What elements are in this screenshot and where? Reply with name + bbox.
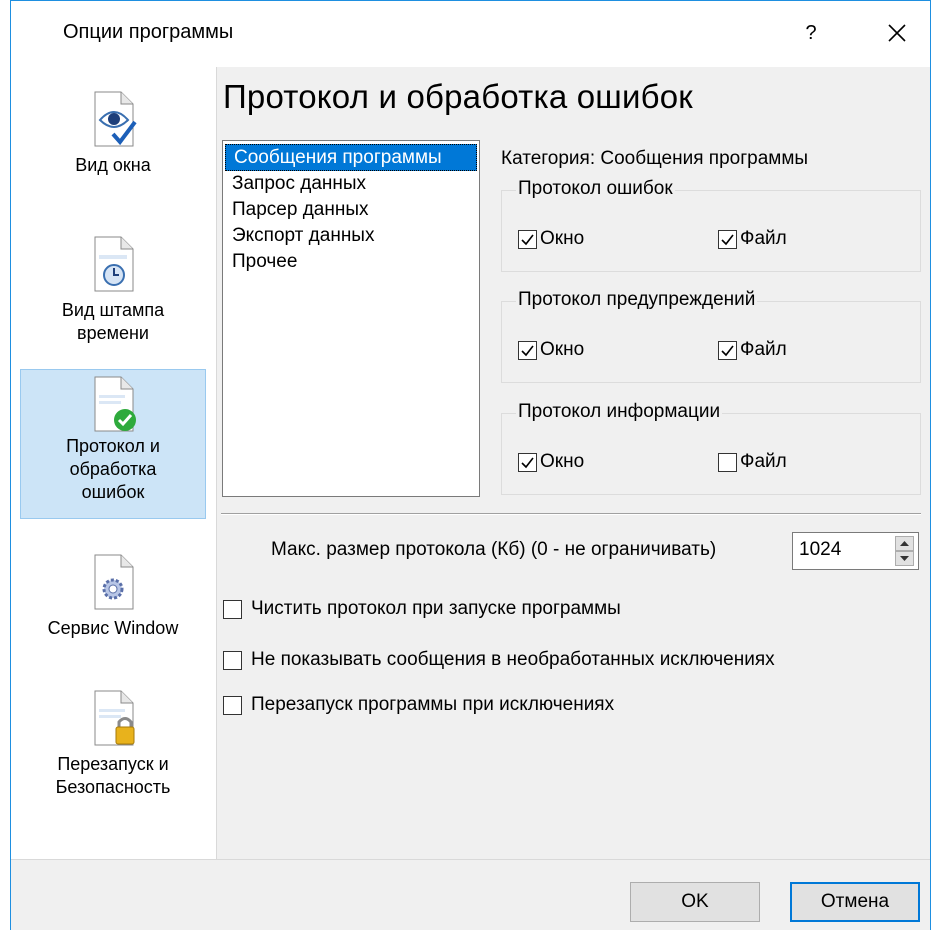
help-button[interactable]: ?	[791, 13, 831, 53]
ok-button[interactable]: OK	[630, 882, 760, 922]
list-item[interactable]: Экспорт данных	[224, 223, 478, 249]
checkbox-label: Окно	[540, 451, 585, 472]
options-dialog: Опции программы ? Вид окна Вид штампа вр…	[10, 0, 931, 930]
document-gear-icon	[94, 554, 134, 610]
sidebar-item-label: Сервис Window	[47, 618, 179, 638]
warning-log-file-checkbox[interactable]: Файл	[718, 339, 787, 361]
max-size-input[interactable]	[795, 536, 893, 564]
restart-on-exception-checkbox[interactable]: Перезапуск программы при исключениях	[223, 694, 614, 716]
button-bar: OK Отмена	[11, 859, 930, 930]
sidebar-item-restart-security[interactable]: Перезапуск и Безопасность	[20, 689, 206, 819]
checkbox-label: Окно	[540, 228, 585, 249]
checkmark-icon	[521, 234, 534, 245]
checkbox-box[interactable]	[718, 340, 737, 360]
group-legend: Протокол ошибок	[516, 178, 675, 200]
checkbox-label: Чистить протокол при запуске программы	[251, 598, 621, 619]
checkbox-label: Файл	[740, 339, 787, 360]
error-log-file-checkbox[interactable]: Файл	[718, 228, 787, 250]
clear-log-on-start-checkbox[interactable]: Чистить протокол при запуске программы	[223, 598, 621, 620]
sidebar-item-timestamp-view[interactable]: Вид штампа времени	[20, 231, 206, 361]
document-lock-icon	[94, 690, 135, 746]
warning-log-group: Протокол предупреждений Окно Файл	[501, 289, 921, 383]
divider	[221, 513, 921, 515]
category-list[interactable]: Сообщения программы Запрос данных Парсер…	[222, 140, 480, 497]
checkbox-box[interactable]	[223, 599, 242, 619]
info-log-window-checkbox[interactable]: Окно	[518, 451, 584, 473]
list-item[interactable]: Парсер данных	[224, 197, 478, 223]
sidebar-item-label: Перезапуск и Безопасность	[55, 754, 171, 797]
sidebar-item-window-service[interactable]: Сервис Window	[20, 553, 206, 663]
list-item[interactable]: Прочее	[224, 249, 478, 275]
checkmark-icon	[521, 457, 534, 468]
info-log-group: Протокол информации Окно Файл	[501, 401, 921, 495]
group-legend: Протокол информации	[516, 401, 723, 423]
checkbox-box[interactable]	[223, 650, 242, 670]
document-eye-icon	[94, 91, 137, 147]
spin-down-button[interactable]	[895, 551, 914, 566]
warning-log-window-checkbox[interactable]: Окно	[518, 339, 584, 361]
checkbox-label: Окно	[540, 339, 585, 360]
group-legend: Протокол предупреждений	[516, 289, 758, 311]
document-check-icon	[94, 376, 136, 432]
arrow-up-icon	[900, 541, 909, 546]
checkbox-label: Файл	[740, 451, 787, 472]
cancel-button[interactable]: Отмена	[790, 882, 920, 922]
checkbox-label: Перезапуск программы при исключениях	[251, 694, 615, 715]
checkbox-box[interactable]	[718, 452, 737, 472]
document-clock-icon	[94, 236, 134, 292]
sidebar: Вид окна Вид штампа времени Протокол и о…	[11, 67, 217, 859]
checkbox-box[interactable]	[518, 452, 537, 472]
arrow-down-icon	[900, 556, 909, 561]
max-size-label: Макс. размер протокола (Кб) (0 - не огра…	[271, 539, 717, 560]
info-log-file-checkbox[interactable]: Файл	[718, 451, 787, 473]
checkbox-label: Не показывать сообщения в необработанных…	[251, 649, 775, 670]
checkmark-icon	[521, 345, 534, 356]
sidebar-item-label: Протокол и обработка ошибок	[66, 436, 160, 502]
sidebar-item-label: Вид штампа времени	[61, 300, 165, 343]
hide-unhandled-exceptions-checkbox[interactable]: Не показывать сообщения в необработанных…	[223, 649, 775, 671]
sidebar-item-label: Вид окна	[75, 155, 151, 175]
close-button[interactable]	[877, 13, 917, 53]
title-bar: Опции программы ?	[11, 1, 930, 67]
checkmark-icon	[721, 234, 734, 245]
error-log-group: Протокол ошибок Окно Файл	[501, 178, 921, 272]
sidebar-item-log-and-errors[interactable]: Протокол и обработка ошибок	[20, 369, 206, 519]
page-title: Протокол и обработка ошибок	[223, 78, 693, 115]
checkbox-box[interactable]	[518, 229, 537, 249]
checkbox-label: Файл	[740, 228, 787, 249]
checkbox-box[interactable]	[223, 695, 242, 715]
checkbox-box[interactable]	[718, 229, 737, 249]
sidebar-item-window-view[interactable]: Вид окна	[20, 82, 206, 217]
max-size-spinner[interactable]	[792, 532, 919, 570]
checkbox-box[interactable]	[518, 340, 537, 360]
list-item[interactable]: Сообщения программы	[225, 144, 477, 171]
close-icon	[888, 24, 906, 42]
error-log-window-checkbox[interactable]: Окно	[518, 228, 584, 250]
list-item[interactable]: Запрос данных	[224, 171, 478, 197]
checkmark-icon	[721, 345, 734, 356]
category-label: Категория: Сообщения программы	[501, 148, 809, 169]
window-title: Опции программы	[63, 21, 234, 43]
spin-up-button[interactable]	[895, 536, 914, 551]
